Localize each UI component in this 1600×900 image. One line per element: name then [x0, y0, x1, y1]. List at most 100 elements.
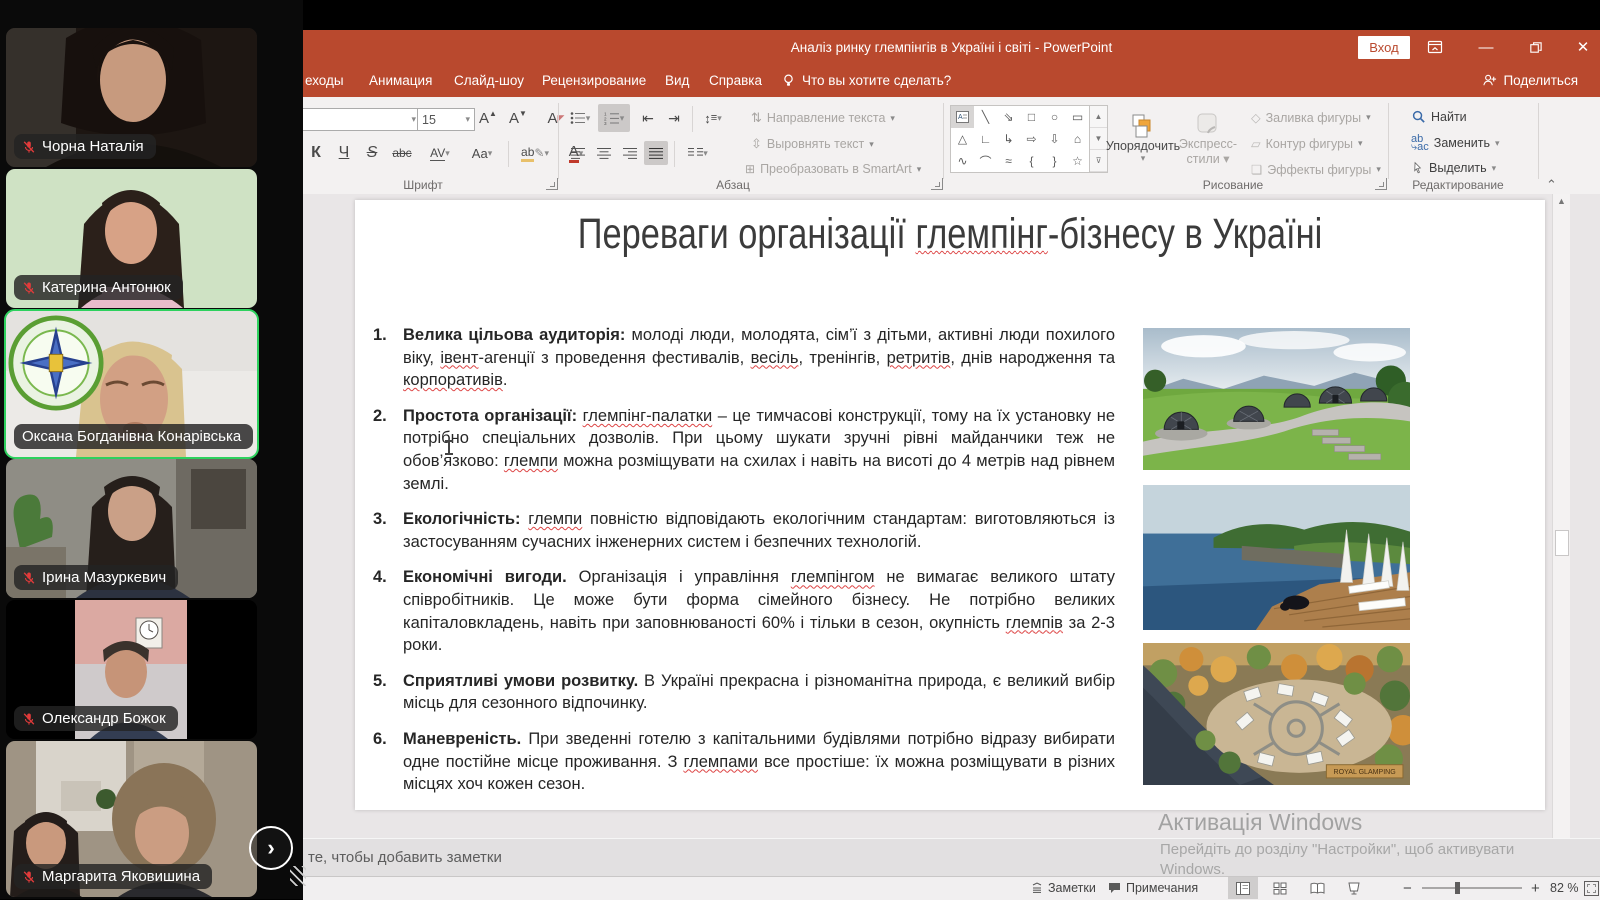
- shadow-button[interactable]: S: [361, 141, 383, 165]
- tab-animation[interactable]: Анимация: [369, 73, 432, 88]
- tab-review[interactable]: Рецензирование: [542, 73, 646, 88]
- justify-button-active[interactable]: [644, 141, 668, 165]
- decrease-indent-button[interactable]: ⇤: [636, 106, 660, 130]
- strikethrough-button[interactable]: abc: [387, 141, 417, 165]
- shrink-font-button[interactable]: A▼: [505, 106, 531, 130]
- zoom-slider-thumb[interactable]: [1455, 882, 1460, 894]
- paragraph-dialog-launcher[interactable]: [931, 178, 943, 190]
- shape-cell-rounded-rectangle[interactable]: ▭: [1066, 106, 1089, 128]
- share-button[interactable]: Поделиться: [1482, 73, 1578, 88]
- ribbon-display-options-icon[interactable]: [1418, 30, 1452, 64]
- fit-slide-to-window-button[interactable]: [1584, 881, 1599, 896]
- shape-cell-triangle[interactable]: △: [951, 128, 974, 150]
- slide-body-list[interactable]: 1.Велика цільова аудиторія: молоді люди,…: [373, 324, 1115, 809]
- vertical-scrollbar[interactable]: ▲: [1552, 194, 1570, 838]
- collapse-ribbon-chevron[interactable]: ⌃: [1546, 177, 1557, 193]
- bold-button[interactable]: К: [305, 141, 327, 165]
- find-button[interactable]: Найти: [1411, 109, 1467, 124]
- shapes-scroll-up[interactable]: ▲: [1090, 106, 1107, 128]
- scroll-up-arrow[interactable]: ▲: [1553, 196, 1570, 206]
- participant-name-badge: Ірина Мазуркевич: [14, 565, 178, 590]
- tab-transitions[interactable]: еходы: [305, 73, 344, 88]
- shape-cell-scribble[interactable]: ∿: [951, 150, 974, 172]
- quick-styles-button[interactable]: Экспресс-стили ▾: [1177, 105, 1239, 171]
- character-spacing-button[interactable]: AV▾: [423, 141, 457, 165]
- zoom-level[interactable]: 82 %: [1550, 877, 1579, 899]
- sign-in-button[interactable]: Вход: [1358, 36, 1410, 59]
- editing-group-label: Редактирование: [1398, 178, 1518, 192]
- shape-outline-button[interactable]: ▱Контур фигуры▾: [1251, 136, 1363, 151]
- font-size-combo[interactable]: 15▾: [417, 108, 475, 131]
- participant-tile[interactable]: Чорна Наталія: [6, 28, 257, 167]
- shape-cell-textbox[interactable]: A: [951, 106, 974, 128]
- shapes-scroll-down[interactable]: ▼: [1090, 128, 1107, 150]
- shape-cell-star[interactable]: ☆: [1066, 150, 1089, 172]
- shape-cell-oval[interactable]: ○: [1043, 106, 1066, 128]
- tab-slideshow[interactable]: Слайд-шоу: [454, 73, 524, 88]
- slide-photo-lake-deck[interactable]: [1143, 485, 1410, 630]
- shape-fill-button[interactable]: ◇Заливка фигуры▾: [1251, 110, 1371, 125]
- zoom-in-button[interactable]: +: [1531, 877, 1540, 899]
- shape-cell-line[interactable]: ╲: [974, 106, 997, 128]
- shape-effects-button[interactable]: ❏Эффекты фигуры▾: [1251, 162, 1381, 177]
- line-spacing-button[interactable]: ↕≡▾: [697, 106, 729, 130]
- shape-cell-down-arrow[interactable]: ⇩: [1043, 128, 1066, 150]
- sidebar-resize-handle[interactable]: [290, 866, 306, 886]
- slide[interactable]: Переваги організації глемпінг-бізнесу в …: [355, 200, 1545, 810]
- participant-tile[interactable]: Олександр Божок: [6, 600, 257, 739]
- tab-view[interactable]: Вид: [665, 73, 689, 88]
- drawing-dialog-launcher[interactable]: [1375, 178, 1387, 190]
- slide-photo-aerial-glamping[interactable]: ROYAL GLAMPING: [1143, 643, 1410, 785]
- select-button[interactable]: Выделить▾: [1411, 161, 1496, 175]
- increase-indent-button[interactable]: ⇥: [662, 106, 686, 130]
- tell-me-box[interactable]: Что вы хотите сделать?: [781, 73, 951, 88]
- align-text-button[interactable]: ⇳Выровнять текст▾: [751, 136, 874, 152]
- shape-cell-right-arrow[interactable]: ⇨: [1020, 128, 1043, 150]
- columns-button[interactable]: ▾: [681, 141, 715, 165]
- participant-tile[interactable]: Маргарита Яковишина: [6, 741, 257, 897]
- slide-photo-domes[interactable]: [1143, 328, 1410, 470]
- replace-button[interactable]: ab⤷ac Заменить▾: [1411, 135, 1499, 151]
- shape-cell-elbow[interactable]: ∟: [974, 128, 997, 150]
- shape-cell-right-brace[interactable]: }: [1043, 150, 1066, 172]
- zoom-out-button[interactable]: −: [1403, 877, 1412, 899]
- close-button[interactable]: ✕: [1566, 30, 1600, 64]
- slide-title[interactable]: Переваги організації глемпінг-бізнесу в …: [355, 208, 1545, 260]
- participant-tile[interactable]: Катерина Антонюк: [6, 169, 257, 308]
- shapes-gallery-more[interactable]: ⊽: [1090, 150, 1107, 172]
- numbering-button-active[interactable]: 123▾: [598, 104, 630, 132]
- align-left-button[interactable]: [566, 141, 590, 165]
- font-dialog-launcher[interactable]: [546, 178, 558, 190]
- tab-help[interactable]: Справка: [709, 73, 762, 88]
- shape-cell-curve[interactable]: ≈: [997, 150, 1020, 172]
- participant-tile[interactable]: Ірина Мазуркевич: [6, 459, 257, 598]
- reading-view-button[interactable]: [1302, 877, 1332, 899]
- convert-smartart-button[interactable]: ⊞Преобразовать в SmartArt▾: [745, 162, 921, 176]
- participant-tile-active-speaker[interactable]: Оксана Богданівна Конарівська: [6, 311, 257, 457]
- slide-sorter-view-button[interactable]: [1265, 877, 1295, 899]
- shape-cell-arrow[interactable]: ⇘: [997, 106, 1020, 128]
- shape-cell-pentagon[interactable]: ⌂: [1066, 128, 1089, 150]
- slideshow-view-button[interactable]: [1339, 877, 1369, 899]
- notes-toggle-button[interactable]: Заметки: [1031, 877, 1096, 899]
- scrollbar-thumb[interactable]: [1555, 530, 1569, 556]
- normal-view-button[interactable]: [1228, 877, 1258, 899]
- highlight-color-button[interactable]: ab✎▾: [517, 141, 553, 165]
- shape-cell-rectangle[interactable]: □: [1020, 106, 1043, 128]
- comments-toggle-button[interactable]: Примечания: [1108, 877, 1198, 899]
- shape-cell-elbow-arrow[interactable]: ↳: [997, 128, 1020, 150]
- next-participants-button[interactable]: ›: [249, 826, 293, 870]
- restore-button[interactable]: [1518, 30, 1552, 64]
- shape-cell-arc[interactable]: ⌒: [974, 150, 997, 172]
- bullets-button[interactable]: ▾: [566, 106, 594, 130]
- arrange-button[interactable]: Упорядочить▾: [1113, 105, 1173, 171]
- zoom-slider-track[interactable]: [1422, 887, 1522, 889]
- underline-button[interactable]: Ч: [333, 141, 355, 165]
- minimize-button[interactable]: —: [1469, 30, 1503, 64]
- change-case-button[interactable]: Aa▾: [465, 141, 499, 165]
- shape-cell-left-brace[interactable]: {: [1020, 150, 1043, 172]
- grow-font-button[interactable]: A▲: [475, 106, 501, 130]
- text-direction-button[interactable]: ⇅Направление текста▾: [751, 110, 895, 126]
- align-right-button[interactable]: [618, 141, 642, 165]
- align-center-button[interactable]: [592, 141, 616, 165]
